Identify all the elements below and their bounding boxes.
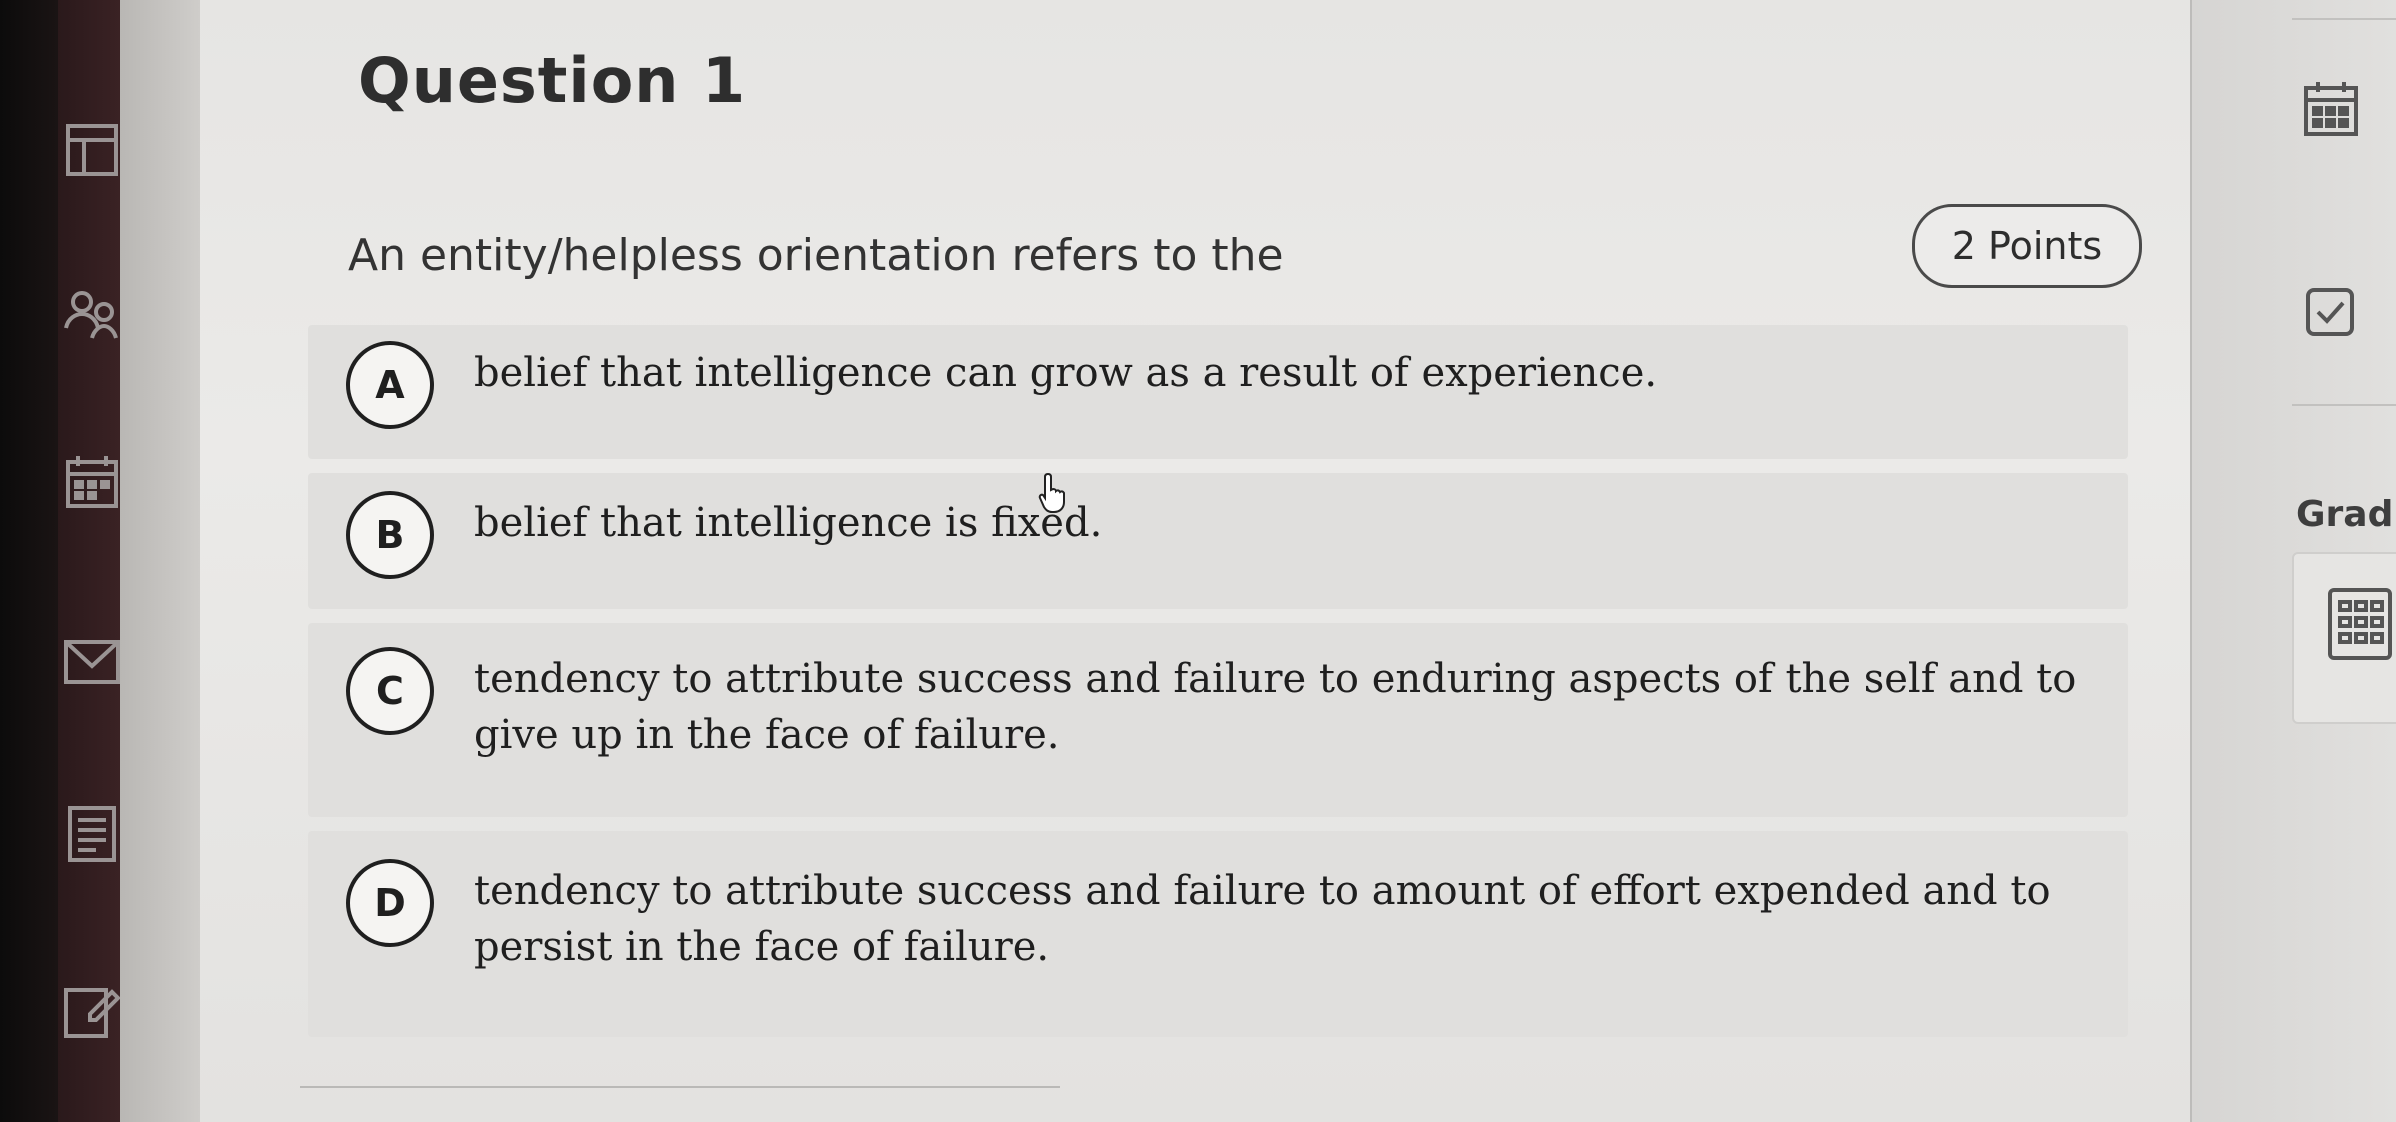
points-badge: 2 Points <box>1912 204 2142 288</box>
secondary-panel <box>120 0 200 1122</box>
option-d-letter: D <box>346 859 434 947</box>
answer-options: A belief that intelligence can grow as a… <box>308 325 2128 1051</box>
checkbox-icon[interactable] <box>2300 280 2362 342</box>
option-a[interactable]: A belief that intelligence can grow as a… <box>308 325 2128 459</box>
hand-cursor-icon <box>1036 470 1072 514</box>
option-d-text: tendency to attribute success and failur… <box>474 868 2051 970</box>
mail-icon[interactable] <box>60 630 124 694</box>
grading-card[interactable] <box>2292 552 2396 724</box>
question-title: Question 1 <box>358 44 747 117</box>
calendar-icon[interactable] <box>2300 78 2362 140</box>
divider <box>300 1086 1060 1088</box>
question-prompt: An entity/helpless orientation refers to… <box>348 230 1284 281</box>
option-c-text: tendency to attribute success and failur… <box>474 656 2077 758</box>
edit-icon[interactable] <box>60 980 124 1044</box>
grading-label: Gradi <box>2296 494 2396 535</box>
people-icon[interactable] <box>60 282 124 346</box>
divider <box>2292 18 2396 20</box>
screen-bezel <box>0 0 58 1122</box>
grid-icon <box>2320 584 2396 664</box>
right-rail: Gradi <box>2190 0 2396 1122</box>
option-c[interactable]: C tendency to attribute success and fail… <box>308 623 2128 817</box>
document-icon[interactable] <box>60 802 124 866</box>
option-a-letter: A <box>346 341 434 429</box>
screen: Question 1 2 Points An entity/helpless o… <box>0 0 2396 1122</box>
option-b[interactable]: B belief that intelligence is fixed. <box>308 473 2128 609</box>
option-a-text: belief that intelligence can grow as a r… <box>474 350 1658 396</box>
calendar-icon[interactable] <box>60 450 124 514</box>
option-b-text: belief that intelligence is fixed. <box>474 500 1103 546</box>
option-d[interactable]: D tendency to attribute success and fail… <box>308 831 2128 1037</box>
divider <box>2292 404 2396 406</box>
left-nav-rail <box>0 0 121 1122</box>
question-panel: Question 1 2 Points An entity/helpless o… <box>200 0 2190 1122</box>
option-b-letter: B <box>346 491 434 579</box>
dashboard-icon[interactable] <box>60 118 124 182</box>
option-c-letter: C <box>346 647 434 735</box>
